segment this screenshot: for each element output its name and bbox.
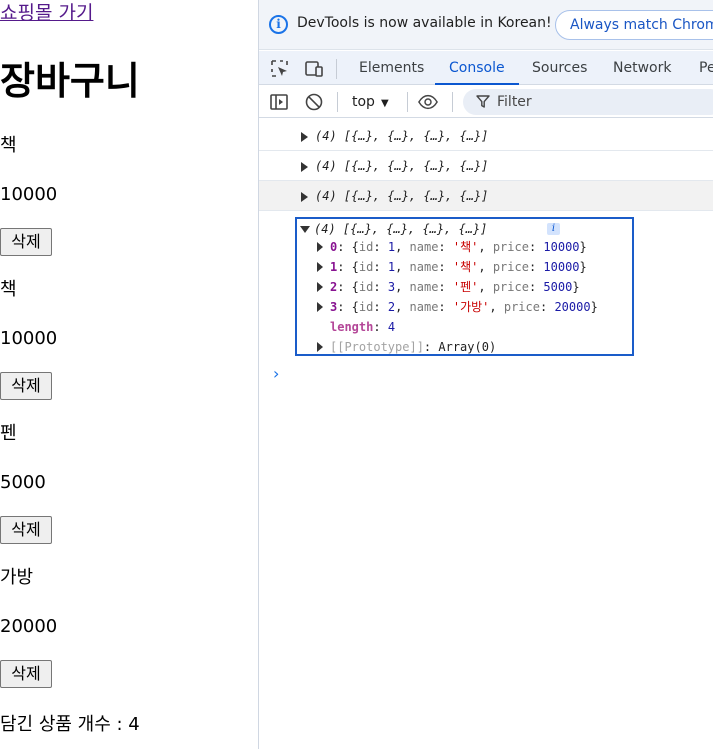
sidebar-toggle-icon[interactable]	[269, 92, 289, 112]
context-label: top	[352, 94, 375, 110]
console-toolbar: top ▼	[259, 86, 713, 118]
shopping-mall-link[interactable]: 쇼핑몰 가기	[0, 0, 93, 26]
delete-button[interactable]: 삭제	[0, 660, 52, 688]
array-summary: (4) [{…}, {…}, {…}, {…}]	[314, 222, 488, 236]
item-name: 책	[0, 135, 17, 156]
cart-item: 책 10000 삭제	[0, 278, 250, 418]
expanded-array-log[interactable]: (4) [{…}, {…}, {…}, {…}] i 0: {id: 1, na…	[295, 217, 634, 356]
toolbar-separator	[407, 92, 408, 112]
devtools-panel: i DevTools is now available in Korean! A…	[259, 0, 713, 749]
cart-item: 펜 5000 삭제	[0, 422, 250, 562]
delete-button[interactable]: 삭제	[0, 372, 52, 400]
info-icon: i	[269, 15, 288, 34]
console-prompt-icon[interactable]: ›	[273, 365, 279, 383]
clear-console-icon[interactable]	[304, 92, 324, 112]
toolbar-separator	[452, 92, 453, 112]
page-title: 장바구니	[0, 59, 140, 103]
infobar-message: DevTools is now available in Korean!	[297, 15, 552, 31]
filter-input[interactable]	[497, 92, 697, 112]
info-badge-icon[interactable]: i	[547, 223, 560, 235]
console-log-entry[interactable]: (4) [{…}, {…}, {…}, {…}]	[259, 121, 713, 151]
console-log-entry[interactable]: (4) [{…}, {…}, {…}, {…}]	[259, 181, 713, 211]
console-log-entry[interactable]: (4) [{…}, {…}, {…}, {…}]	[259, 151, 713, 181]
expand-triangle-icon[interactable]	[317, 282, 323, 292]
devtools-tabbar: Elements Console Sources Network Perform…	[259, 51, 713, 85]
expand-triangle-icon[interactable]	[317, 242, 323, 252]
array-summary: (4) [{…}, {…}, {…}, {…}]	[315, 129, 489, 143]
expand-triangle-icon[interactable]	[301, 162, 308, 172]
tab-performance[interactable]: Performance	[699, 51, 713, 85]
item-name: 책	[0, 279, 17, 300]
expand-triangle-icon[interactable]	[317, 342, 323, 352]
context-selector[interactable]: top ▼	[352, 93, 389, 113]
filter-icon	[476, 95, 490, 108]
expand-triangle-icon[interactable]	[317, 302, 323, 312]
toolbar-separator	[337, 92, 338, 112]
expand-triangle-icon[interactable]	[301, 132, 308, 142]
caret-down-icon: ▼	[380, 98, 389, 109]
always-match-language-button[interactable]: Always match Chrome's language	[555, 10, 713, 40]
array-summary: (4) [{…}, {…}, {…}, {…}]	[315, 189, 489, 203]
language-infobar: i DevTools is now available in Korean! A…	[259, 0, 713, 50]
tab-sources[interactable]: Sources	[532, 51, 587, 85]
item-price: 20000	[0, 616, 58, 637]
collapse-triangle-icon[interactable]	[300, 226, 310, 233]
device-toolbar-icon[interactable]	[304, 59, 324, 79]
filter-box[interactable]	[463, 89, 713, 115]
tab-network[interactable]: Network	[613, 51, 671, 85]
item-price: 10000	[0, 184, 58, 205]
console-output: (4) [{…}, {…}, {…}, {…}] (4) [{…}, {…}, …	[259, 119, 713, 749]
inspect-element-icon[interactable]	[270, 59, 290, 79]
toolbar-separator	[336, 59, 337, 79]
delete-button[interactable]: 삭제	[0, 228, 52, 256]
live-expression-eye-icon[interactable]	[418, 92, 438, 112]
array-summary: (4) [{…}, {…}, {…}, {…}]	[315, 159, 489, 173]
webpage: 쇼핑몰 가기 장바구니 책 10000 삭제 책 10000 삭제 펜 5000…	[0, 0, 258, 749]
tab-elements[interactable]: Elements	[359, 51, 424, 85]
item-price: 5000	[0, 472, 46, 493]
tab-console[interactable]: Console	[435, 51, 519, 85]
expand-triangle-icon[interactable]	[301, 192, 308, 202]
cart-item: 가방 20000 삭제	[0, 566, 250, 706]
expand-triangle-icon[interactable]	[317, 262, 323, 272]
item-name: 가방	[0, 567, 34, 588]
item-count-text: 담긴 상품 개수 : 4	[0, 714, 140, 735]
item-price: 10000	[0, 328, 58, 349]
cart-item: 책 10000 삭제	[0, 134, 250, 274]
delete-button[interactable]: 삭제	[0, 516, 52, 544]
item-name: 펜	[0, 423, 17, 444]
